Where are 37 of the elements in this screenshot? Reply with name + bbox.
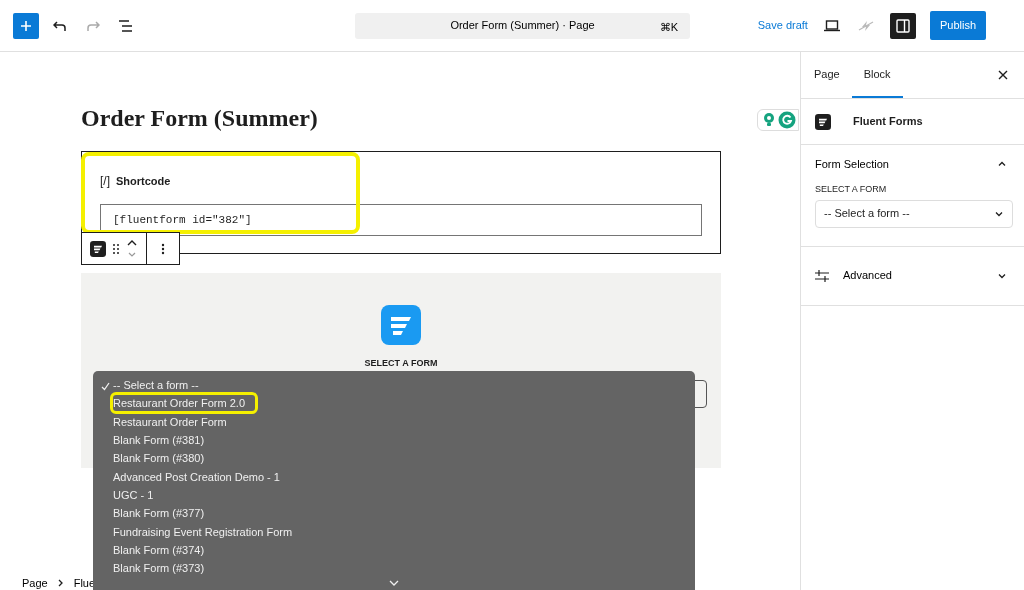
sidebar-icon <box>895 18 910 33</box>
publish-button[interactable]: Publish <box>929 11 986 40</box>
scroll-down-icon[interactable] <box>389 580 399 587</box>
form-select[interactable]: -- Select a form -- <box>815 199 1013 228</box>
save-draft-button[interactable]: Save draft <box>757 17 808 34</box>
panel-header[interactable]: Advanced <box>815 246 1010 305</box>
undo-icon <box>53 19 67 32</box>
menu-option[interactable]: Restaurant Order Form 2.0 <box>110 392 259 415</box>
block-name: Fluent Forms <box>853 114 923 130</box>
breadcrumb-link[interactable]: Page <box>22 574 48 590</box>
shortcode-field[interactable]: [fluentform id="382"] <box>100 203 702 236</box>
plus-icon <box>20 19 32 32</box>
field-label: SELECT A FORM <box>815 183 888 196</box>
block-label: Shortcode <box>116 173 171 189</box>
g-logo-icon[interactable] <box>778 111 796 129</box>
drag-handle-icon[interactable] <box>112 242 120 255</box>
sidebar-toggle-button[interactable] <box>889 12 916 39</box>
fluent-forms-logo-icon <box>381 304 421 345</box>
chevron-up-icon[interactable] <box>997 159 1007 169</box>
command-bar[interactable]: Order Form (Summer) · Page ⌘K <box>355 12 690 39</box>
fluent-forms-icon[interactable] <box>90 240 106 257</box>
chevron-right-icon <box>57 579 64 587</box>
post-title[interactable]: Order Form (Summer) <box>81 104 800 133</box>
fluent-forms-icon <box>815 113 831 130</box>
sidebar-tab[interactable]: Page <box>802 52 852 98</box>
form-block-label: SELECT A FORM <box>364 356 438 370</box>
redo-icon <box>86 19 100 32</box>
shortcut-hint: ⌘K <box>659 19 678 35</box>
shortcode-icon: [/] <box>100 171 110 190</box>
more-options-icon[interactable] <box>161 242 165 255</box>
panel-header[interactable]: Form Selection <box>815 145 1010 183</box>
lightbulb-icon[interactable] <box>762 112 776 128</box>
grammarly-widget[interactable] <box>757 109 799 131</box>
sliders-icon <box>815 269 829 282</box>
add-block-button[interactable] <box>13 12 39 39</box>
sidebar-tab[interactable]: Block <box>851 52 903 98</box>
list-icon <box>118 19 134 32</box>
